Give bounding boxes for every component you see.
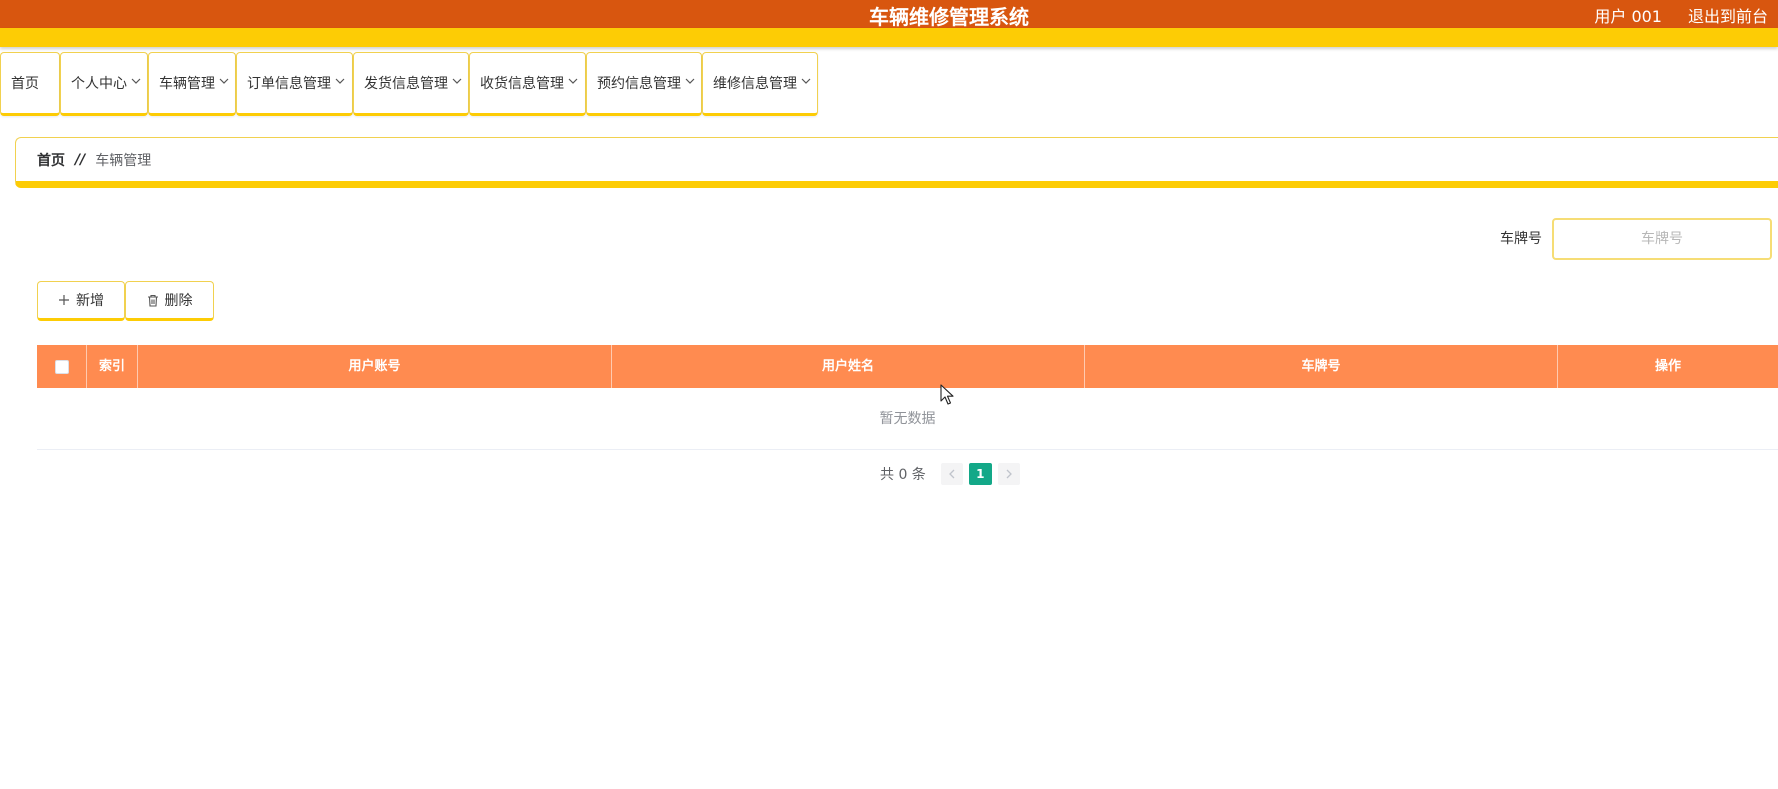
exit-to-frontend-link[interactable]: 退出到前台 xyxy=(1688,0,1768,34)
prev-page-button[interactable] xyxy=(940,463,963,485)
select-all-checkbox[interactable] xyxy=(54,359,69,374)
chevron-down-icon xyxy=(452,76,462,86)
nav-item-label: 维修信息管理 xyxy=(713,76,797,92)
nav-item-appointment-management[interactable]: 预约信息管理 xyxy=(586,52,702,116)
column-header-user-account[interactable]: 用户账号 xyxy=(138,345,612,388)
chevron-down-icon xyxy=(335,76,345,86)
mouse-pointer-icon xyxy=(940,384,954,405)
plus-icon xyxy=(58,294,70,306)
nav-item-repair-management[interactable]: 维修信息管理 xyxy=(702,52,818,116)
top-nav-menu: 首页 个人中心 车辆管理 订单信息管理 发货信息管理 收货信息管理 预约信息管理… xyxy=(0,52,818,116)
nav-item-label: 预约信息管理 xyxy=(597,76,681,92)
column-header-plate-number[interactable]: 车牌号 xyxy=(1085,345,1558,388)
plate-search-label: 车牌号 xyxy=(1500,231,1542,247)
chevron-right-icon xyxy=(1006,469,1012,479)
breadcrumb-separator: // xyxy=(75,151,86,168)
select-all-cell xyxy=(37,345,87,388)
column-header-user-name[interactable]: 用户姓名 xyxy=(612,345,1085,388)
chevron-down-icon xyxy=(568,76,578,86)
chevron-down-icon xyxy=(801,76,811,86)
plate-search-input[interactable] xyxy=(1552,218,1772,260)
column-header-index[interactable]: 索引 xyxy=(87,345,138,388)
table-header: 索引 用户账号 用户姓名 车牌号 操作 xyxy=(37,345,1778,388)
nav-item-label: 首页 xyxy=(11,76,39,92)
pagination: 共 0 条 1 xyxy=(880,462,1023,486)
nav-item-shipping-management[interactable]: 发货信息管理 xyxy=(353,52,469,116)
app-title: 车辆维修管理系统 xyxy=(869,5,1029,29)
column-header-operations: 操作 xyxy=(1654,359,1681,374)
nav-item-label: 订单信息管理 xyxy=(247,76,331,92)
add-button[interactable]: 新增 xyxy=(37,281,125,321)
breadcrumb-home-link[interactable]: 首页 xyxy=(37,150,65,170)
trash-icon xyxy=(147,294,159,307)
page-number-button[interactable]: 1 xyxy=(968,463,992,485)
add-button-label: 新增 xyxy=(76,293,104,309)
nav-item-label: 发货信息管理 xyxy=(364,76,448,92)
nav-item-home[interactable]: 首页 xyxy=(0,52,60,116)
nav-item-label: 个人中心 xyxy=(71,76,127,92)
breadcrumb: 首页 // 车辆管理 xyxy=(15,137,1778,188)
table-empty-text: 暂无数据 xyxy=(37,388,1778,450)
nav-item-label: 收货信息管理 xyxy=(480,76,564,92)
chevron-down-icon xyxy=(219,76,229,86)
delete-button[interactable]: 删除 xyxy=(125,281,214,321)
chevron-down-icon xyxy=(685,76,695,86)
pagination-total: 共 0 条 xyxy=(880,467,926,483)
breadcrumb-current: 车辆管理 xyxy=(95,152,152,169)
current-user: 用户 001 xyxy=(1594,7,1662,26)
nav-item-receiving-management[interactable]: 收货信息管理 xyxy=(469,52,586,116)
nav-item-personal-center[interactable]: 个人中心 xyxy=(60,52,148,116)
delete-button-label: 删除 xyxy=(164,293,193,309)
nav-item-order-management[interactable]: 订单信息管理 xyxy=(236,52,353,116)
nav-item-vehicle-management[interactable]: 车辆管理 xyxy=(148,52,236,116)
chevron-down-icon xyxy=(131,76,141,86)
chevron-left-icon xyxy=(948,469,955,479)
nav-item-label: 车辆管理 xyxy=(159,76,215,92)
next-page-button[interactable] xyxy=(997,463,1020,485)
